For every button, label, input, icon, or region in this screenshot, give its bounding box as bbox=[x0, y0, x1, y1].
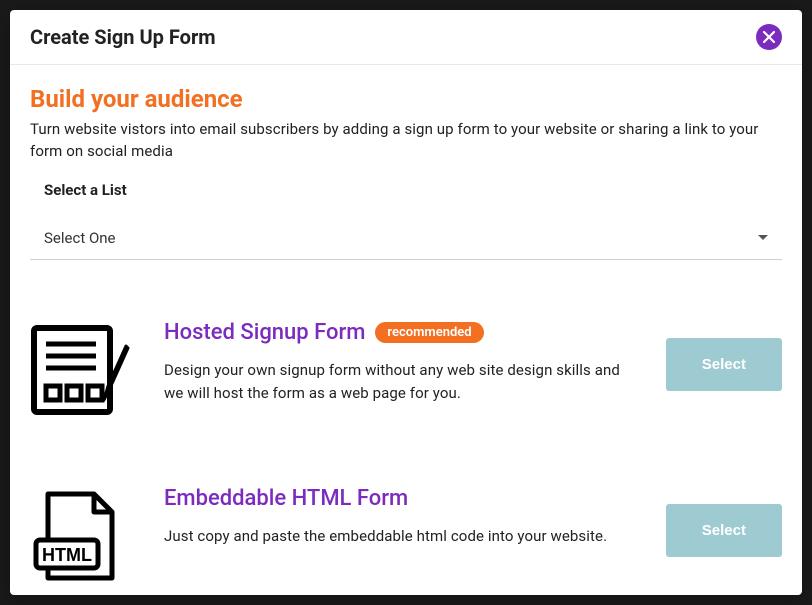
option-hosted-action: Select bbox=[666, 320, 782, 391]
section-subtitle: Turn website vistors into email subscrib… bbox=[30, 119, 782, 163]
modal-header: Create Sign Up Form bbox=[10, 10, 802, 65]
option-embed-action: Select bbox=[666, 486, 782, 557]
create-signup-form-modal: Create Sign Up Form Build your audience … bbox=[10, 10, 802, 595]
option-embed-text: Embeddable HTML Form Just copy and paste… bbox=[164, 486, 632, 548]
list-select[interactable]: Select One bbox=[30, 219, 782, 260]
select-embed-button[interactable]: Select bbox=[666, 504, 782, 557]
list-select-value: Select One bbox=[44, 229, 116, 247]
option-embed-title: Embeddable HTML Form bbox=[164, 486, 408, 511]
modal-body: Build your audience Turn website vistors… bbox=[10, 65, 802, 595]
option-hosted: Hosted Signup Form recommended Design yo… bbox=[30, 320, 782, 416]
option-hosted-desc: Design your own signup form without any … bbox=[164, 359, 632, 406]
select-hosted-button[interactable]: Select bbox=[666, 338, 782, 391]
svg-text:HTML: HTML bbox=[42, 545, 92, 565]
html-file-icon: HTML bbox=[30, 486, 130, 582]
close-icon bbox=[763, 31, 775, 43]
option-hosted-text: Hosted Signup Form recommended Design yo… bbox=[164, 320, 632, 406]
list-field-label: Select a List bbox=[44, 181, 782, 199]
option-embed-title-row: Embeddable HTML Form bbox=[164, 486, 632, 511]
recommended-badge: recommended bbox=[375, 322, 483, 343]
option-embed: HTML Embeddable HTML Form Just copy and … bbox=[30, 486, 782, 582]
form-pencil-icon bbox=[30, 320, 130, 416]
close-button[interactable] bbox=[756, 24, 782, 50]
modal-title: Create Sign Up Form bbox=[30, 25, 216, 49]
section-title: Build your audience bbox=[30, 85, 782, 113]
option-hosted-title-row: Hosted Signup Form recommended bbox=[164, 320, 632, 345]
chevron-down-icon bbox=[758, 235, 768, 240]
option-embed-desc: Just copy and paste the embeddable html … bbox=[164, 525, 632, 548]
option-hosted-title: Hosted Signup Form bbox=[164, 320, 365, 345]
